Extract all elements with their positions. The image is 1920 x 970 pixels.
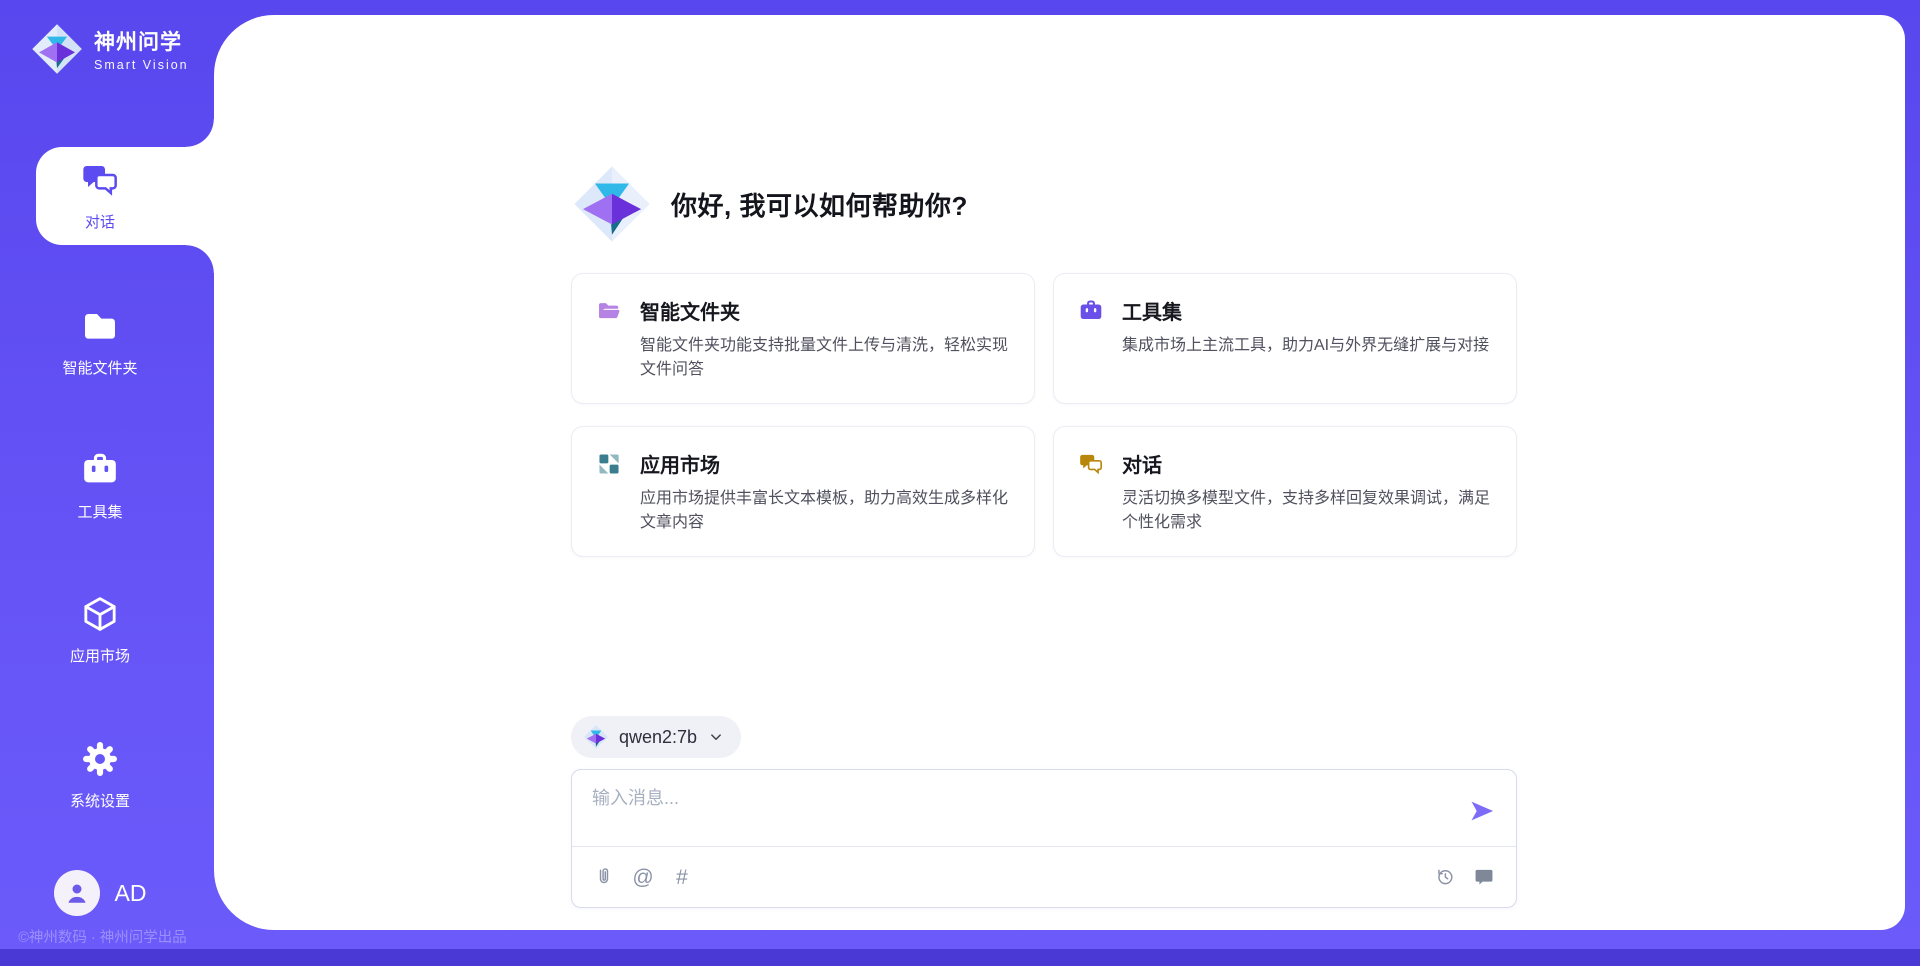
card-description: 灵活切换多模型文件，支持多样回复效果调试，满足个性化需求: [1122, 487, 1502, 535]
greeting-text: 你好, 我可以如何帮助你?: [671, 186, 968, 223]
sidebar: 神州问学 Smart Vision 对话 智能文件夹: [0, 0, 214, 966]
card-title: 应用市场: [640, 449, 720, 478]
bottom-accent-bar: [0, 949, 1920, 966]
sidebar-item-label: 工具集: [77, 501, 122, 522]
message-icon: [1473, 866, 1495, 888]
card-description: 智能文件夹功能支持批量文件上传与清洗，轻松实现文件问答: [640, 334, 1020, 382]
card-smart-folder[interactable]: 智能文件夹 智能文件夹功能支持批量文件上传与清洗，轻松实现文件问答: [571, 273, 1035, 404]
briefcase-icon: [80, 450, 120, 490]
model-name: qwen2:7b: [619, 727, 697, 748]
chat-bubbles-icon: [80, 160, 120, 200]
brand-name: 神州问学: [94, 26, 189, 56]
history-icon: [1434, 866, 1456, 888]
grid-icon: [596, 451, 622, 477]
app: 神州问学 Smart Vision 对话 智能文件夹: [0, 0, 1920, 970]
bottom-edge: [0, 966, 1920, 970]
brand: 神州问学 Smart Vision: [30, 22, 189, 76]
card-toolset[interactable]: 工具集 集成市场上主流工具，助力AI与外界无缝扩展与对接: [1053, 273, 1517, 404]
attachment-button[interactable]: [592, 865, 616, 889]
avatar: [54, 870, 100, 916]
model-diamond-logo-icon: [583, 724, 609, 750]
sidebar-item-settings[interactable]: 系统设置: [0, 727, 200, 823]
copyright-footer: ©神州数码 · 神州问学出品: [0, 926, 205, 947]
folder-open-icon: [596, 298, 622, 324]
chevron-down-icon: [707, 728, 725, 746]
hash-button[interactable]: #: [670, 865, 694, 889]
feature-cards: 智能文件夹 智能文件夹功能支持批量文件上传与清洗，轻松实现文件问答: [571, 273, 1517, 557]
hash-icon: #: [676, 867, 688, 888]
sidebar-item-label: 对话: [85, 211, 115, 232]
sidebar-item-label: 系统设置: [70, 790, 130, 811]
history-button[interactable]: [1433, 865, 1457, 889]
brand-subtitle: Smart Vision: [94, 58, 189, 72]
cube-icon: [80, 594, 120, 634]
sidebar-item-label: 智能文件夹: [62, 357, 137, 378]
user-name: AD: [115, 880, 147, 907]
sidebar-item-app-market[interactable]: 应用市场: [0, 582, 200, 678]
main-content: 你好, 我可以如何帮助你? 智能文件夹 智能文件夹功能支持批量文件上传与清洗，轻…: [214, 15, 1905, 930]
mention-button[interactable]: @: [631, 865, 655, 889]
chat-bubbles-icon: [1078, 451, 1104, 477]
user-profile[interactable]: AD: [0, 870, 200, 916]
card-app-market[interactable]: 应用市场 应用市场提供丰富长文本模板，助力高效生成多样化文章内容: [571, 426, 1035, 557]
greeting-diamond-logo-icon: [571, 163, 653, 245]
user-avatar-icon: [62, 878, 92, 908]
message-input[interactable]: [592, 784, 1442, 842]
sidebar-item-smart-folder[interactable]: 智能文件夹: [0, 294, 200, 390]
greeting: 你好, 我可以如何帮助你?: [571, 163, 968, 245]
briefcase-icon: [1078, 298, 1104, 324]
card-description: 应用市场提供丰富长文本模板，助力高效生成多样化文章内容: [640, 487, 1020, 535]
attachment-icon: [593, 866, 615, 888]
brand-diamond-logo-icon: [30, 22, 84, 76]
sidebar-item-chat[interactable]: 对话: [0, 148, 200, 244]
sidebar-item-label: 应用市场: [70, 645, 130, 666]
mention-icon: @: [632, 867, 653, 888]
send-icon: [1468, 797, 1496, 825]
send-button[interactable]: [1468, 797, 1496, 825]
card-title: 对话: [1122, 449, 1162, 478]
model-selector[interactable]: qwen2:7b: [571, 716, 741, 758]
gear-icon: [80, 739, 120, 779]
card-chat[interactable]: 对话 灵活切换多模型文件，支持多样回复效果调试，满足个性化需求: [1053, 426, 1517, 557]
card-description: 集成市场上主流工具，助力AI与外界无缝扩展与对接: [1122, 334, 1502, 358]
composer: @ #: [571, 769, 1517, 908]
message-button[interactable]: [1472, 865, 1496, 889]
folder-icon: [80, 306, 120, 346]
sidebar-item-toolset[interactable]: 工具集: [0, 438, 200, 534]
composer-toolbar: @ #: [572, 846, 1516, 907]
card-title: 工具集: [1122, 296, 1182, 325]
card-title: 智能文件夹: [640, 296, 740, 325]
